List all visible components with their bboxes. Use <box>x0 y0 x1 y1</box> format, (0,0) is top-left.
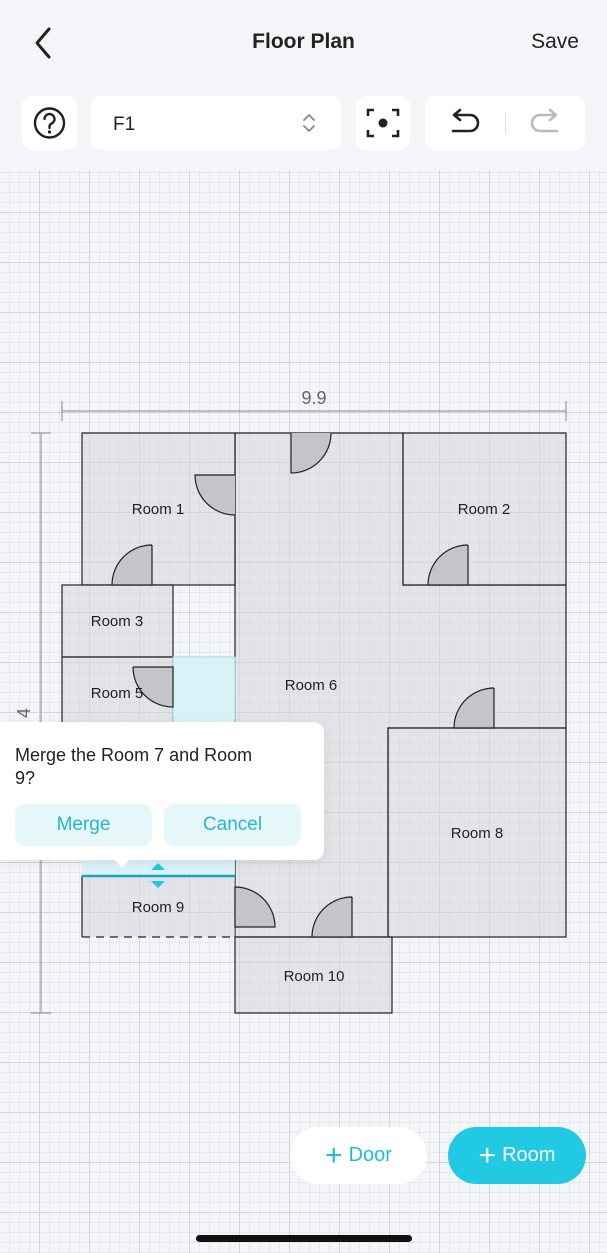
plus-icon: + <box>478 1138 497 1172</box>
room-10-label: Room 10 <box>284 968 345 985</box>
room-9-label: Room 9 <box>132 899 185 916</box>
popup-pointer <box>113 858 131 868</box>
plus-icon: + <box>325 1138 343 1172</box>
room-6-label: Room 6 <box>285 677 338 694</box>
width-dimension-label: 9.9 <box>301 388 326 408</box>
home-indicator <box>196 1235 412 1242</box>
add-door-button[interactable]: + Door <box>290 1127 427 1184</box>
add-room-button[interactable]: + Room <box>448 1127 586 1184</box>
room-3-label: Room 3 <box>91 613 144 630</box>
add-door-label: Door <box>348 1144 392 1166</box>
room-7[interactable] <box>172 656 236 728</box>
merge-message: Merge the Room 7 and Room 9? <box>15 745 253 788</box>
room-5-label: Room 5 <box>91 685 144 702</box>
add-room-label: Room <box>502 1144 556 1166</box>
floor-plan[interactable]: 9.9 4 Room 1 Room 2 Room 3 Room 5 Room 6… <box>0 0 607 1253</box>
merge-popup: Merge the Room 7 and Room 9? Merge Cance… <box>0 722 324 860</box>
cancel-button[interactable]: Cancel <box>164 804 301 846</box>
height-dimension-label: 4 <box>14 708 34 718</box>
merge-button[interactable]: Merge <box>15 804 152 846</box>
room-8-label: Room 8 <box>451 825 504 842</box>
room-1-label: Room 1 <box>132 501 185 518</box>
room-2-label: Room 2 <box>458 501 511 518</box>
